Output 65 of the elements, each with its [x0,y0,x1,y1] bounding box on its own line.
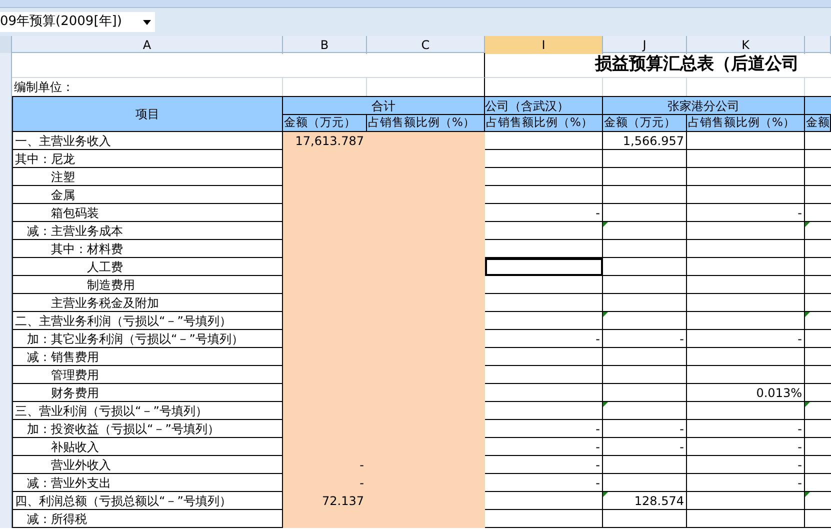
table-cell: - [485,330,603,348]
header-cell: 金额 [805,114,831,132]
table-cell: - [687,438,805,456]
table-cell: - [485,474,603,492]
row-label-cell: 财务费用 [12,384,283,402]
header-cell: 占销售额比例（%） [367,114,485,132]
table-cell: - [687,420,805,438]
row-label-cell: 减：销售费用 [12,348,283,366]
column-header[interactable]: I [485,36,603,54]
row-label-cell: 减：主营业务成本 [12,222,283,240]
select-all-corner[interactable] [0,36,12,54]
row-label-cell: 四、利润总额（亏损总额以“－”号填列） [12,492,283,510]
row-label-cell: 三、营业利润（亏损以“－”号填列） [12,402,283,420]
table-cell: - [687,474,805,492]
row-label-cell: 箱包码装 [12,204,283,222]
table-cell: - [283,456,367,474]
column-header[interactable]: A [12,36,283,54]
column-header[interactable]: B [283,36,367,54]
row-label-cell: 主营业务税金及附加 [12,294,283,312]
table-cell: - [687,204,805,222]
row-label-cell: 补贴收入 [12,438,283,456]
unit-label: 编制单位： [14,79,74,96]
column-header[interactable]: J [603,36,687,54]
row-label-cell: 金属 [12,186,283,204]
row-label-cell: 管理费用 [12,366,283,384]
table-cell: - [485,420,603,438]
header-cell: 金额（万元） [283,114,367,132]
table-cell: 1,566.957 [603,132,687,150]
row-label-cell: 人工费 [12,258,283,276]
dropdown-arrow-icon [143,20,151,24]
row-label-cell: 注塑 [12,168,283,186]
header-cell: 占销售额比例（%） [485,114,603,132]
row-label-cell: 其中：尼龙 [12,150,283,168]
row-label-cell: 营业外收入 [12,456,283,474]
row-label-cell: 其中：材料费 [12,240,283,258]
row-label-cell: 减：所得税 [12,510,283,528]
table-cell: - [687,456,805,474]
table-cell: - [485,204,603,222]
period-dropdown[interactable]: 09年预算(2009[年]) [0,12,155,32]
table-cell: - [687,330,805,348]
header-cell [805,96,831,114]
header-cell: 项目 [12,96,283,132]
sheet-title: 损益预算汇总表（后道公司 [595,53,799,76]
table-cell: 128.574 [603,492,687,510]
table-cell: - [603,420,687,438]
table-cell: 0.013% [687,384,805,402]
table-cell: 72.137 [283,492,367,510]
table-cell: - [283,474,367,492]
table-cell: - [485,456,603,474]
table-cell: - [603,438,687,456]
column-header[interactable]: K [687,36,805,54]
header-cell: 占销售额比例（%） [687,114,805,132]
table-cell: 17,613.787 [283,132,367,150]
row-label-cell: 制造费用 [12,276,283,294]
header-cell: 张家港分公司 [603,96,805,114]
row-label-cell: 二、主营业务利润（亏损以“－”号填列） [12,312,283,330]
table-cell: - [485,438,603,456]
table-cell: - [603,330,687,348]
header-cell: 公司（含武汉） [485,96,603,114]
row-label-cell: 加：其它业务利润（亏损以“－”号填列） [12,330,283,348]
row-label-cell: 减：营业外支出 [12,474,283,492]
row-label-cell: 加：投资收益（亏损以“－”号填列） [12,420,283,438]
row-label-cell: 一、主营业务收入 [12,132,283,150]
header-cell: 金额（万元） [603,114,687,132]
header-cell: 合计 [283,96,485,114]
